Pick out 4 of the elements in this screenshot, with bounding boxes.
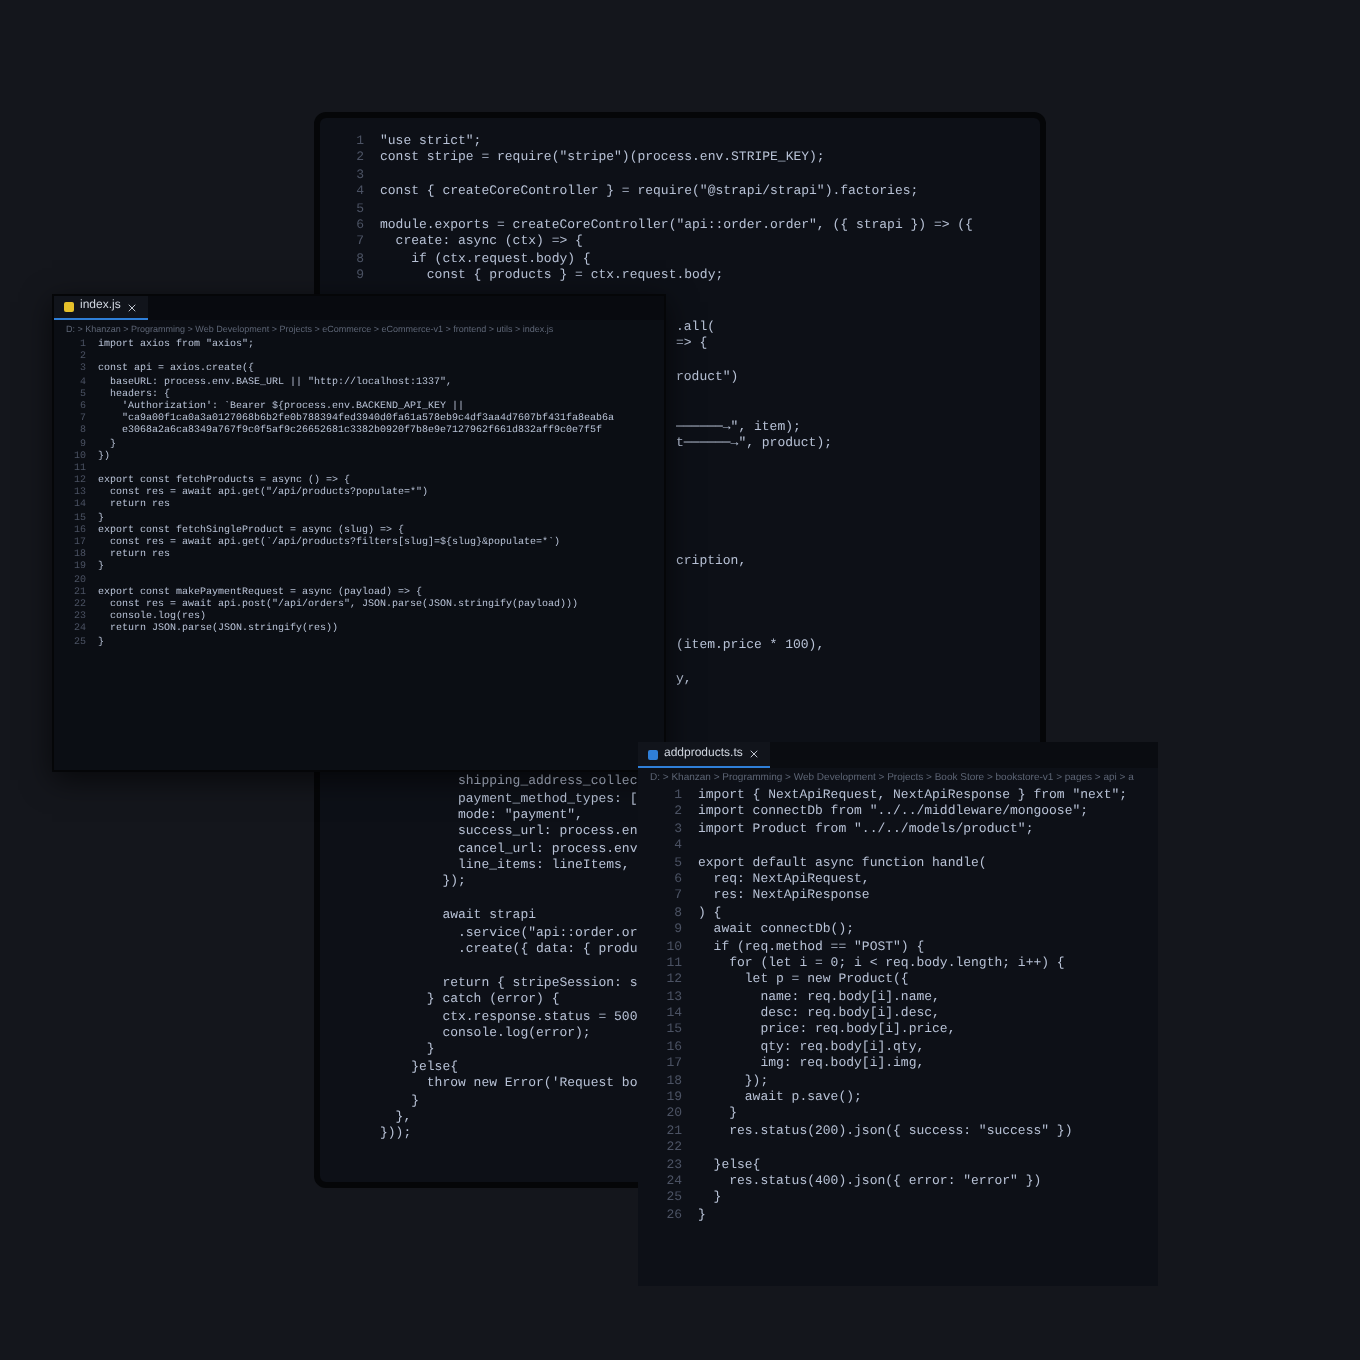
close-icon[interactable] — [126, 301, 139, 313]
file-icon — [648, 749, 658, 759]
file-icon — [64, 302, 74, 312]
close-icon[interactable] — [748, 748, 761, 760]
